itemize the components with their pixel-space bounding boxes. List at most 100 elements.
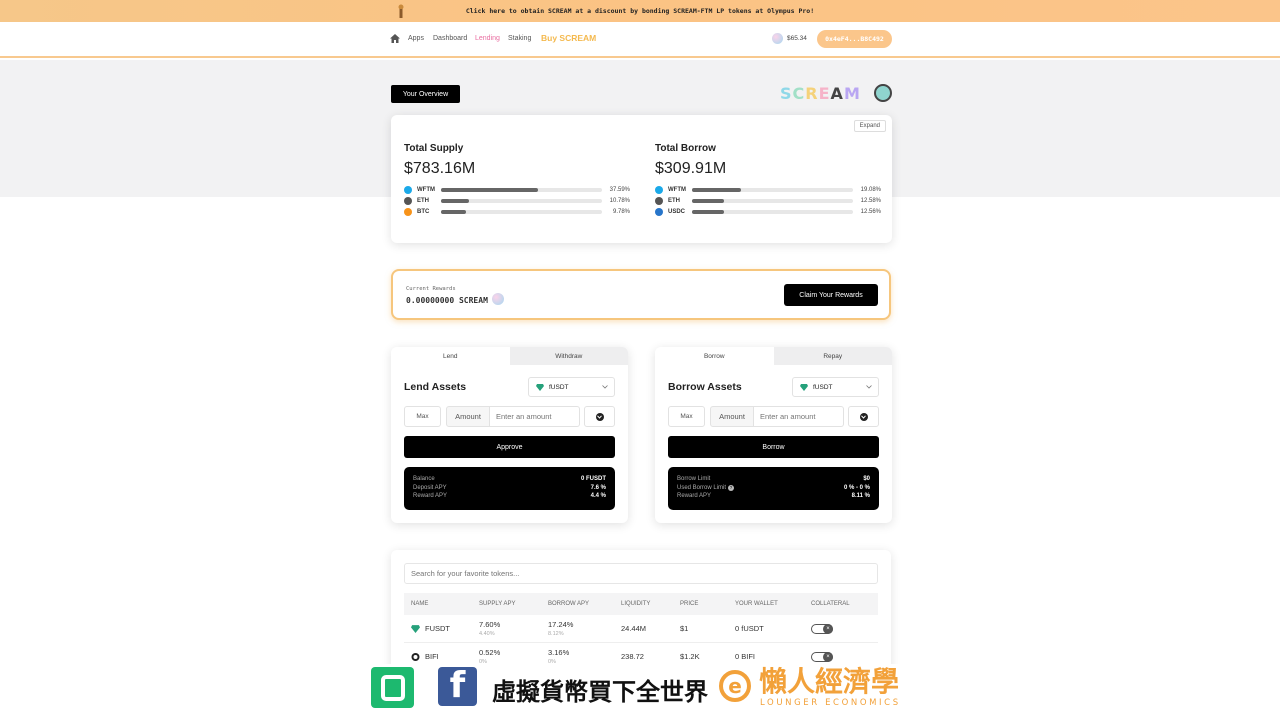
- logo-letter: S: [780, 84, 793, 103]
- banner-text[interactable]: Click here to obtain SCREAM at a discoun…: [466, 7, 814, 15]
- borrow-asset-select[interactable]: fUSDT: [792, 377, 879, 397]
- column-header[interactable]: LIQUIDITY: [621, 601, 650, 607]
- token-name: BIFI: [425, 652, 439, 661]
- info-row: Used Borrow Limit? 0 % - 0 %: [677, 484, 870, 493]
- slogan-text: 虛擬貨幣買下全世界: [492, 678, 708, 706]
- collateral-toggle[interactable]: ×: [811, 623, 833, 634]
- lend-asset-select[interactable]: fUSDT: [528, 377, 615, 397]
- share-bar-fill: [441, 209, 467, 214]
- buy-scream-link[interactable]: Buy SCREAM: [541, 33, 596, 43]
- lend-amount-dropdown[interactable]: [584, 406, 615, 427]
- brand-subtitle: LOUNGER ECONOMICS: [760, 698, 901, 708]
- asset-share: 19.08%: [860, 186, 881, 193]
- eth-icon: [655, 196, 663, 205]
- diamond-icon: [800, 383, 808, 391]
- eth-icon: [404, 196, 412, 205]
- nav-apps[interactable]: Apps: [408, 35, 424, 42]
- table-row[interactable]: FUSDT 7.60% 4.40% 17.24% 8.12% 24.44M $1 0…: [404, 615, 878, 643]
- wallet-balance: 0 fUSDT: [735, 624, 764, 633]
- brand-logo-icon: e: [719, 670, 751, 702]
- close-icon: ×: [823, 651, 833, 662]
- asset-symbol: WFTM: [668, 186, 686, 193]
- logo-letter: C: [792, 84, 806, 103]
- info-value: 0 FUSDT: [580, 476, 606, 482]
- scream-token-icon: [772, 33, 783, 44]
- share-bar: [692, 198, 853, 203]
- wftm-icon: [404, 185, 412, 194]
- share-bar-fill: [692, 209, 725, 214]
- borrow-amount-dropdown[interactable]: [848, 406, 879, 427]
- promo-banner[interactable]: Click here to obtain SCREAM at a discoun…: [0, 0, 1280, 22]
- lend-asset-label: fUSDT: [549, 383, 569, 391]
- wallet-button[interactable]: 0x4eF4...B8C492: [817, 30, 892, 48]
- asset-share: 12.58%: [860, 197, 881, 204]
- rewards-card: Current Rewards 0.00000000 SCREAM Claim …: [391, 269, 891, 320]
- column-header[interactable]: NAME: [411, 601, 428, 607]
- claim-rewards-button[interactable]: Claim Your Rewards: [784, 284, 878, 306]
- asset-share: 9.78%: [612, 208, 630, 215]
- total-borrow-title: Total Borrow: [655, 143, 716, 154]
- approve-button[interactable]: Approve: [404, 436, 615, 458]
- borrow-apy-value: 3.16%: [548, 648, 570, 657]
- overview-card: Expand Total Supply $783.16M WFTM 37.59% E…: [391, 115, 892, 243]
- share-bar-fill: [692, 187, 742, 192]
- info-key: Deposit APY: [413, 484, 447, 491]
- share-bar: [441, 198, 602, 203]
- tab-lend[interactable]: Lend: [391, 347, 510, 365]
- lend-info-box: Balance 0 FUSDT Deposit APY 7.6 % Reward A…: [404, 467, 615, 510]
- collateral-toggle[interactable]: ×: [811, 651, 833, 662]
- info-value: 8.11 %: [851, 493, 870, 499]
- tab-repay[interactable]: Repay: [773, 347, 892, 365]
- borrow-tabs: Borrow Repay: [655, 347, 892, 365]
- supply-apy-value: 0.52%: [479, 648, 501, 657]
- help-icon[interactable]: ?: [728, 484, 735, 491]
- expand-button[interactable]: Expand: [853, 120, 886, 132]
- lend-max-button[interactable]: Max: [404, 406, 441, 427]
- rewards-label: Current Rewards: [406, 286, 456, 292]
- nav-staking[interactable]: Staking: [508, 35, 531, 42]
- asset-symbol: USDC: [668, 208, 686, 215]
- lend-amount-input[interactable]: [490, 406, 580, 427]
- your-overview-button[interactable]: Your Overview: [391, 85, 460, 103]
- borrow-button[interactable]: Borrow: [668, 436, 879, 458]
- column-header[interactable]: BORROW APY: [548, 601, 589, 607]
- token-name: FUSDT: [425, 624, 450, 633]
- info-value: 7.6 %: [590, 484, 606, 491]
- avatar[interactable]: [874, 84, 892, 102]
- tab-withdraw[interactable]: Withdraw: [509, 347, 628, 365]
- wftm-icon: [655, 185, 663, 194]
- chevron-down-icon: [595, 412, 604, 421]
- asset-symbol: BTC: [417, 208, 430, 215]
- home-icon[interactable]: [390, 34, 400, 43]
- borrow-breakdown: WFTM 19.08% ETH 12.58% USDC 12.56%: [655, 184, 881, 217]
- info-row: Reward APY 4.4 %: [413, 492, 606, 501]
- olympus-mascot-icon: [398, 4, 404, 18]
- liquidity: 238.72: [621, 652, 644, 661]
- column-header[interactable]: COLLATERAL: [811, 601, 850, 607]
- borrow-max-button[interactable]: Max: [668, 406, 705, 427]
- breakdown-row: ETH 12.58%: [655, 195, 881, 206]
- column-header[interactable]: PRICE: [680, 601, 698, 607]
- breakdown-row: WFTM 37.59%: [404, 184, 630, 195]
- tab-borrow[interactable]: Borrow: [655, 347, 774, 365]
- nav-dashboard[interactable]: Dashboard: [433, 35, 467, 42]
- token-search-input[interactable]: [404, 563, 878, 584]
- breakdown-row: WFTM 19.08%: [655, 184, 881, 195]
- borrow-apy: 17.24% 8.12%: [548, 620, 573, 637]
- asset-share: 12.56%: [860, 208, 881, 215]
- nav-lending[interactable]: Lending: [475, 35, 500, 42]
- supply-apy: 7.60% 4.40%: [479, 620, 500, 637]
- facebook-icon: f: [438, 667, 477, 706]
- lend-tabs: Lend Withdraw: [391, 347, 628, 365]
- borrow-asset-label: fUSDT: [813, 383, 833, 391]
- watermark-footer: f 虛擬貨幣買下全世界 e 懶人經濟學 LOUNGER ECONOMICS: [0, 664, 1280, 720]
- scream-token-icon: [492, 293, 504, 305]
- supply-reward-apy: 4.40%: [479, 631, 495, 637]
- column-header[interactable]: YOUR WALLET: [735, 601, 778, 607]
- lend-title: Lend Assets: [404, 381, 467, 393]
- asset-symbol: ETH: [417, 197, 429, 204]
- borrow-panel: Borrow Repay Borrow Assets fUSDT Max Amo…: [655, 347, 892, 523]
- asset-symbol: ETH: [668, 197, 680, 204]
- column-header[interactable]: SUPPLY APY: [479, 601, 515, 607]
- borrow-amount-input[interactable]: [754, 406, 844, 427]
